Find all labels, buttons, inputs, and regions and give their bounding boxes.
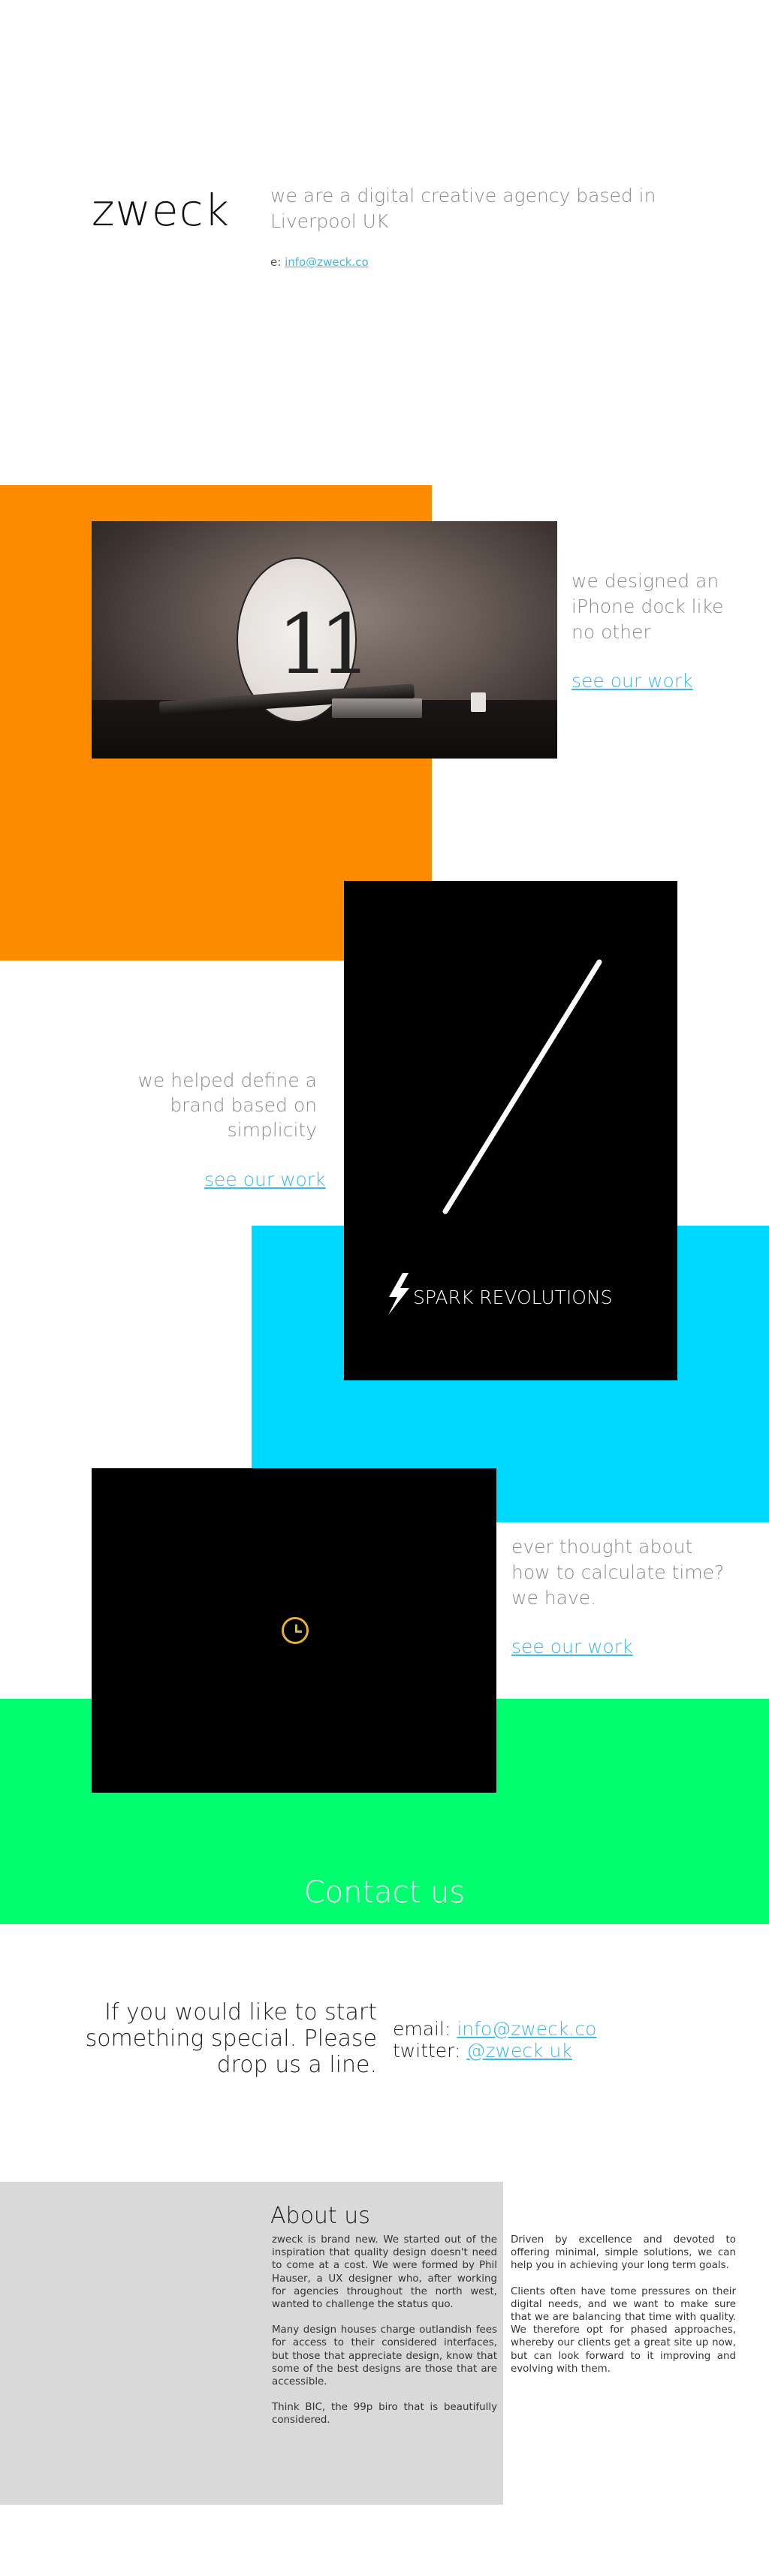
email-prefix: e: — [270, 255, 285, 269]
spark-revolutions-logo: SPARK REVOLUTIONS — [384, 1271, 640, 1317]
about-title: About us — [270, 2203, 370, 2229]
clock-icon — [282, 1617, 309, 1644]
about-paragraph: Think BIC, the 99p biro that is beautifu… — [272, 2402, 497, 2427]
about-paragraph: Driven by excellence and devoted to offe… — [511, 2234, 736, 2272]
dock-clock-number: 11 — [277, 596, 372, 692]
contact-details: email: info@zweck.co twitter: @zweck uk — [393, 2018, 596, 2062]
lightning-bolt-icon — [388, 1273, 409, 1315]
dock-see-our-work-link[interactable]: see our work — [571, 670, 693, 692]
time-project-description: ever thought about how to calculate time… — [511, 1536, 725, 1609]
dock-base — [332, 698, 422, 718]
time-see-our-work-link[interactable]: see our work — [511, 1636, 633, 1658]
header-email: e: info@zweck.co — [270, 255, 369, 269]
dock-project-description: we designed an iPhone dock like no other — [571, 570, 724, 643]
about-paragraph: Clients often have tome pressures on the… — [511, 2285, 736, 2375]
email-label: email: — [393, 2018, 457, 2040]
about-paragraph: Many design houses charge outlandish fee… — [272, 2324, 497, 2388]
spark-revolutions-card[interactable]: SPARK REVOLUTIONS — [344, 881, 677, 1380]
about-left-column: zweck is brand new. We started out of th… — [272, 2234, 497, 2440]
charger-plug — [471, 692, 486, 712]
about-paragraph: zweck is brand new. We started out of th… — [272, 2234, 497, 2311]
contact-twitter-link[interactable]: @zweck uk — [466, 2040, 571, 2062]
site-logo[interactable]: zweck — [92, 185, 230, 236]
contact-email-row: email: info@zweck.co — [393, 2018, 596, 2040]
contact-heading: Contact us — [303, 1875, 466, 1910]
spark-brand-name: SPARK REVOLUTIONS — [413, 1286, 613, 1308]
iphone-dock-photo[interactable]: 11 — [92, 521, 557, 759]
twitter-label: twitter: — [393, 2040, 467, 2062]
contact-twitter-row: twitter: @zweck uk — [393, 2040, 596, 2062]
contact-pitch: If you would like to start something spe… — [85, 1999, 377, 2078]
spark-project-description: we helped define a brand based on simpli… — [137, 1069, 317, 1141]
contact-email-link[interactable]: info@zweck.co — [457, 2018, 596, 2040]
time-project-card[interactable] — [92, 1468, 496, 1793]
about-right-column: Driven by excellence and devoted to offe… — [511, 2234, 736, 2388]
clock-hand-minute — [295, 1630, 302, 1633]
tagline: we are a digital creative agency based i… — [270, 185, 656, 232]
header-email-link[interactable]: info@zweck.co — [285, 255, 369, 269]
spark-see-our-work-link[interactable]: see our work — [204, 1169, 326, 1190]
